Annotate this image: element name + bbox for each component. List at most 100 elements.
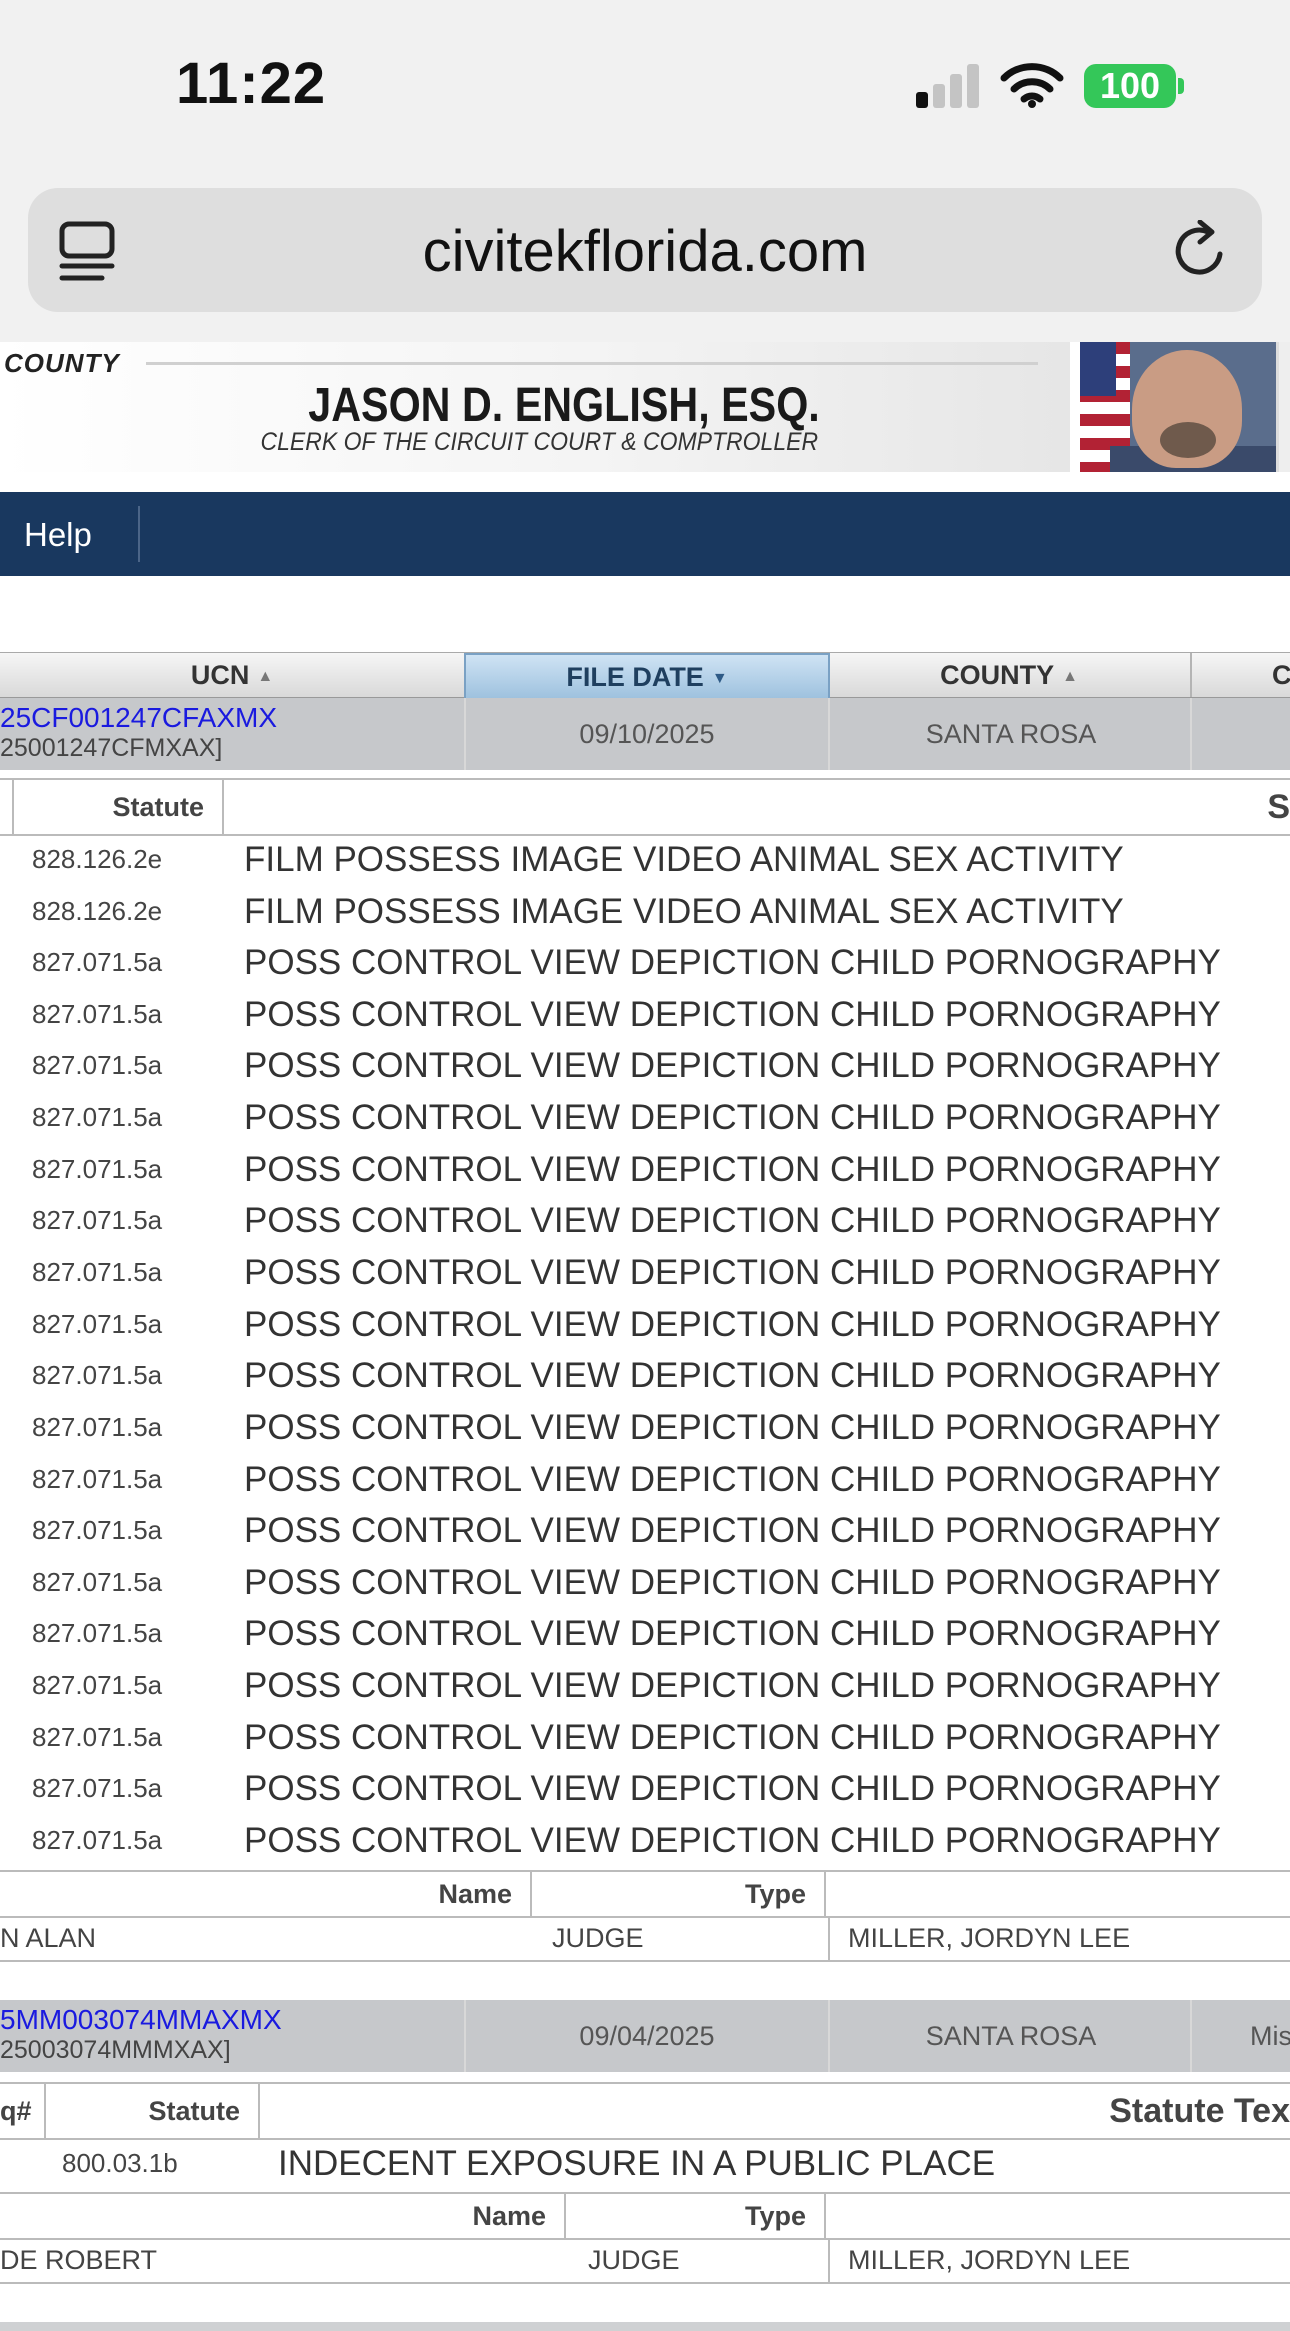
nav-help-link[interactable]: Help <box>24 516 92 554</box>
party-type: JUDGE <box>552 1923 644 1953</box>
column-header-file-date-label: FILE DATE <box>566 662 704 692</box>
charge-statute: 827.071.5a <box>32 1567 163 1597</box>
charge-text-header: Statute Tex <box>1109 2092 1290 2130</box>
column-header-next-label: C <box>1272 660 1290 690</box>
address-bar[interactable]: civitekflorida.com <box>28 188 1262 312</box>
photo-beard <box>1160 422 1216 458</box>
banner-rule <box>146 362 1038 365</box>
charge-statute: 827.071.5a <box>32 1515 163 1545</box>
case-file-date: 09/10/2025 <box>464 698 828 770</box>
charge-row: 827.071.5a POSS CONTROL VIEW DEPICTION CH… <box>0 1660 1290 1712</box>
case-ucn-alt: 25003074MMMXAX] <box>0 2036 231 2064</box>
charge-text: POSS CONTROL VIEW DEPICTION CHILD PORNOG… <box>244 1821 1221 1860</box>
case-row[interactable]: 25CF001247CFAXMX 25001247CFMXAX] 09/10/2… <box>0 698 1290 770</box>
charge-text: POSS CONTROL VIEW DEPICTION CHILD PORNOG… <box>244 1150 1221 1189</box>
party-judge: MILLER, JORDYN LEE <box>848 2245 1131 2275</box>
charge-statute: 827.071.5a <box>32 1154 163 1184</box>
column-header-file-date[interactable]: FILE DATE ▼ <box>464 653 830 701</box>
url-text[interactable]: civitekflorida.com <box>28 218 1262 285</box>
charge-statute: 828.126.2e <box>32 844 163 874</box>
banner-background: COUNTY JASON D. ENGLISH, ESQ. CLERK OF T… <box>0 342 1070 472</box>
charge-statute: 827.071.5a <box>32 1257 163 1287</box>
column-header-next[interactable]: C <box>1192 653 1290 697</box>
case-ucn-link[interactable]: 5MM003074MMAXMX <box>0 2004 282 2036</box>
case-county: SANTA ROSA <box>828 698 1192 770</box>
column-header-ucn[interactable]: UCN ▲ <box>0 653 466 697</box>
charge-statute: 828.126.2e <box>32 896 163 926</box>
charge-statute: 827.071.5a <box>32 999 163 1029</box>
charges-header: Statute S <box>0 778 1290 836</box>
flag-canton <box>1080 342 1116 396</box>
reload-icon[interactable] <box>1170 220 1232 282</box>
charge-statute: 827.071.5a <box>32 947 163 977</box>
charge-text: POSS CONTROL VIEW DEPICTION CHILD PORNOG… <box>244 1253 1221 1292</box>
charge-row: 827.071.5a POSS CONTROL VIEW DEPICTION CH… <box>0 1092 1290 1144</box>
charge-statute: 827.071.5a <box>32 1670 163 1700</box>
status-time: 11:22 <box>176 51 327 116</box>
photo-frame <box>1070 342 1080 472</box>
charge-row: 827.071.5a POSS CONTROL VIEW DEPICTION CH… <box>0 1557 1290 1609</box>
party-type-header: Type <box>568 2194 826 2238</box>
charge-text: POSS CONTROL VIEW DEPICTION CHILD PORNOG… <box>244 1098 1221 1137</box>
charge-text: POSS CONTROL VIEW DEPICTION CHILD PORNOG… <box>244 1718 1221 1757</box>
clerk-title: CLERK OF THE CIRCUIT COURT & COMPTROLLER <box>260 428 818 456</box>
party-header: Name Type <box>0 1870 1290 1918</box>
party-name-header: Name <box>0 1872 532 1916</box>
case-row[interactable]: 5MM003074MMAXMX 25003074MMMXAX] 09/04/20… <box>0 2000 1290 2072</box>
case-ucn-link[interactable]: 25CF001247CFAXMX <box>0 702 277 734</box>
status-bar: 11:22 100 <box>0 0 1290 170</box>
column-header-county-label: COUNTY <box>940 660 1055 690</box>
charge-statute: 827.071.5a <box>32 1309 163 1339</box>
charge-row: 827.071.5a POSS CONTROL VIEW DEPICTION CH… <box>0 1712 1290 1764</box>
charge-text: POSS CONTROL VIEW DEPICTION CHILD PORNOG… <box>244 1408 1221 1447</box>
charge-statute-header: Statute <box>46 2084 260 2138</box>
charge-statute: 827.071.5a <box>32 1412 163 1442</box>
sort-arrows-icon: ▲ <box>1062 667 1078 685</box>
charge-row: 827.071.5a POSS CONTROL VIEW DEPICTION CH… <box>0 937 1290 989</box>
charge-row: 827.071.5a POSS CONTROL VIEW DEPICTION CH… <box>0 1815 1290 1867</box>
clerk-photo <box>1080 342 1276 472</box>
case-county: SANTA ROSA <box>828 2000 1192 2072</box>
charge-statute: 827.071.5a <box>32 1464 163 1494</box>
column-header-county[interactable]: COUNTY ▲ <box>828 653 1192 697</box>
sort-arrows-icon: ▲ <box>257 667 274 685</box>
banner-edge <box>1276 342 1290 472</box>
sort-descending-icon: ▼ <box>711 669 728 687</box>
charge-row: 827.071.5a POSS CONTROL VIEW DEPICTION CH… <box>0 1144 1290 1196</box>
charge-statute: 827.071.5a <box>32 1360 163 1390</box>
charge-text: FILM POSSESS IMAGE VIDEO ANIMAL SEX ACTI… <box>244 840 1124 879</box>
results-grid-header: UCN ▲ FILE DATE ▼ COUNTY ▲ C <box>0 652 1290 701</box>
charge-text: POSS CONTROL VIEW DEPICTION CHILD PORNOG… <box>244 1666 1221 1705</box>
party-row: N ALAN JUDGE MILLER, JORDYN LEE <box>0 1916 1290 1962</box>
charge-statute: 827.071.5a <box>32 1050 163 1080</box>
charge-text: POSS CONTROL VIEW DEPICTION CHILD PORNOG… <box>244 995 1221 1034</box>
wifi-icon <box>1000 63 1064 108</box>
charge-row: 827.071.5a POSS CONTROL VIEW DEPICTION CH… <box>0 1608 1290 1660</box>
charge-seq-header <box>0 780 14 834</box>
nav-separator <box>138 506 140 562</box>
party-divider <box>828 2238 830 2282</box>
party-judge: MILLER, JORDYN LEE <box>848 1923 1131 1953</box>
charge-statute: 827.071.5a <box>32 1773 163 1803</box>
battery-nub <box>1178 78 1184 94</box>
charge-text: POSS CONTROL VIEW DEPICTION CHILD PORNOG… <box>244 943 1221 982</box>
charge-statute: 827.071.5a <box>32 1722 163 1752</box>
charges-header: q# Statute Statute Tex <box>0 2082 1290 2140</box>
case-extra: Mis <box>1190 2000 1290 2072</box>
charge-text: FILM POSSESS IMAGE VIDEO ANIMAL SEX ACTI… <box>244 892 1124 931</box>
charge-statute: 827.071.5a <box>32 1825 163 1855</box>
party-row: DE ROBERT JUDGE MILLER, JORDYN LEE <box>0 2238 1290 2284</box>
case-file-date: 09/04/2025 <box>464 2000 828 2072</box>
charge-seq-header: q# <box>0 2084 46 2138</box>
party-header: Name Type <box>0 2192 1290 2240</box>
charge-text: POSS CONTROL VIEW DEPICTION CHILD PORNOG… <box>244 1305 1221 1344</box>
charge-text: POSS CONTROL VIEW DEPICTION CHILD PORNOG… <box>244 1046 1221 1085</box>
battery-icon: 100 <box>1084 64 1176 108</box>
charge-statute: 800.03.1b <box>62 2148 178 2178</box>
charge-row: 827.071.5a POSS CONTROL VIEW DEPICTION CH… <box>0 989 1290 1041</box>
cellular-signal-icon <box>916 64 980 108</box>
charge-text: POSS CONTROL VIEW DEPICTION CHILD PORNOG… <box>244 1511 1221 1550</box>
next-case-row-edge <box>0 2322 1290 2331</box>
charge-statute: 827.071.5a <box>32 1618 163 1648</box>
charge-row: 827.071.5a POSS CONTROL VIEW DEPICTION CH… <box>0 1195 1290 1247</box>
